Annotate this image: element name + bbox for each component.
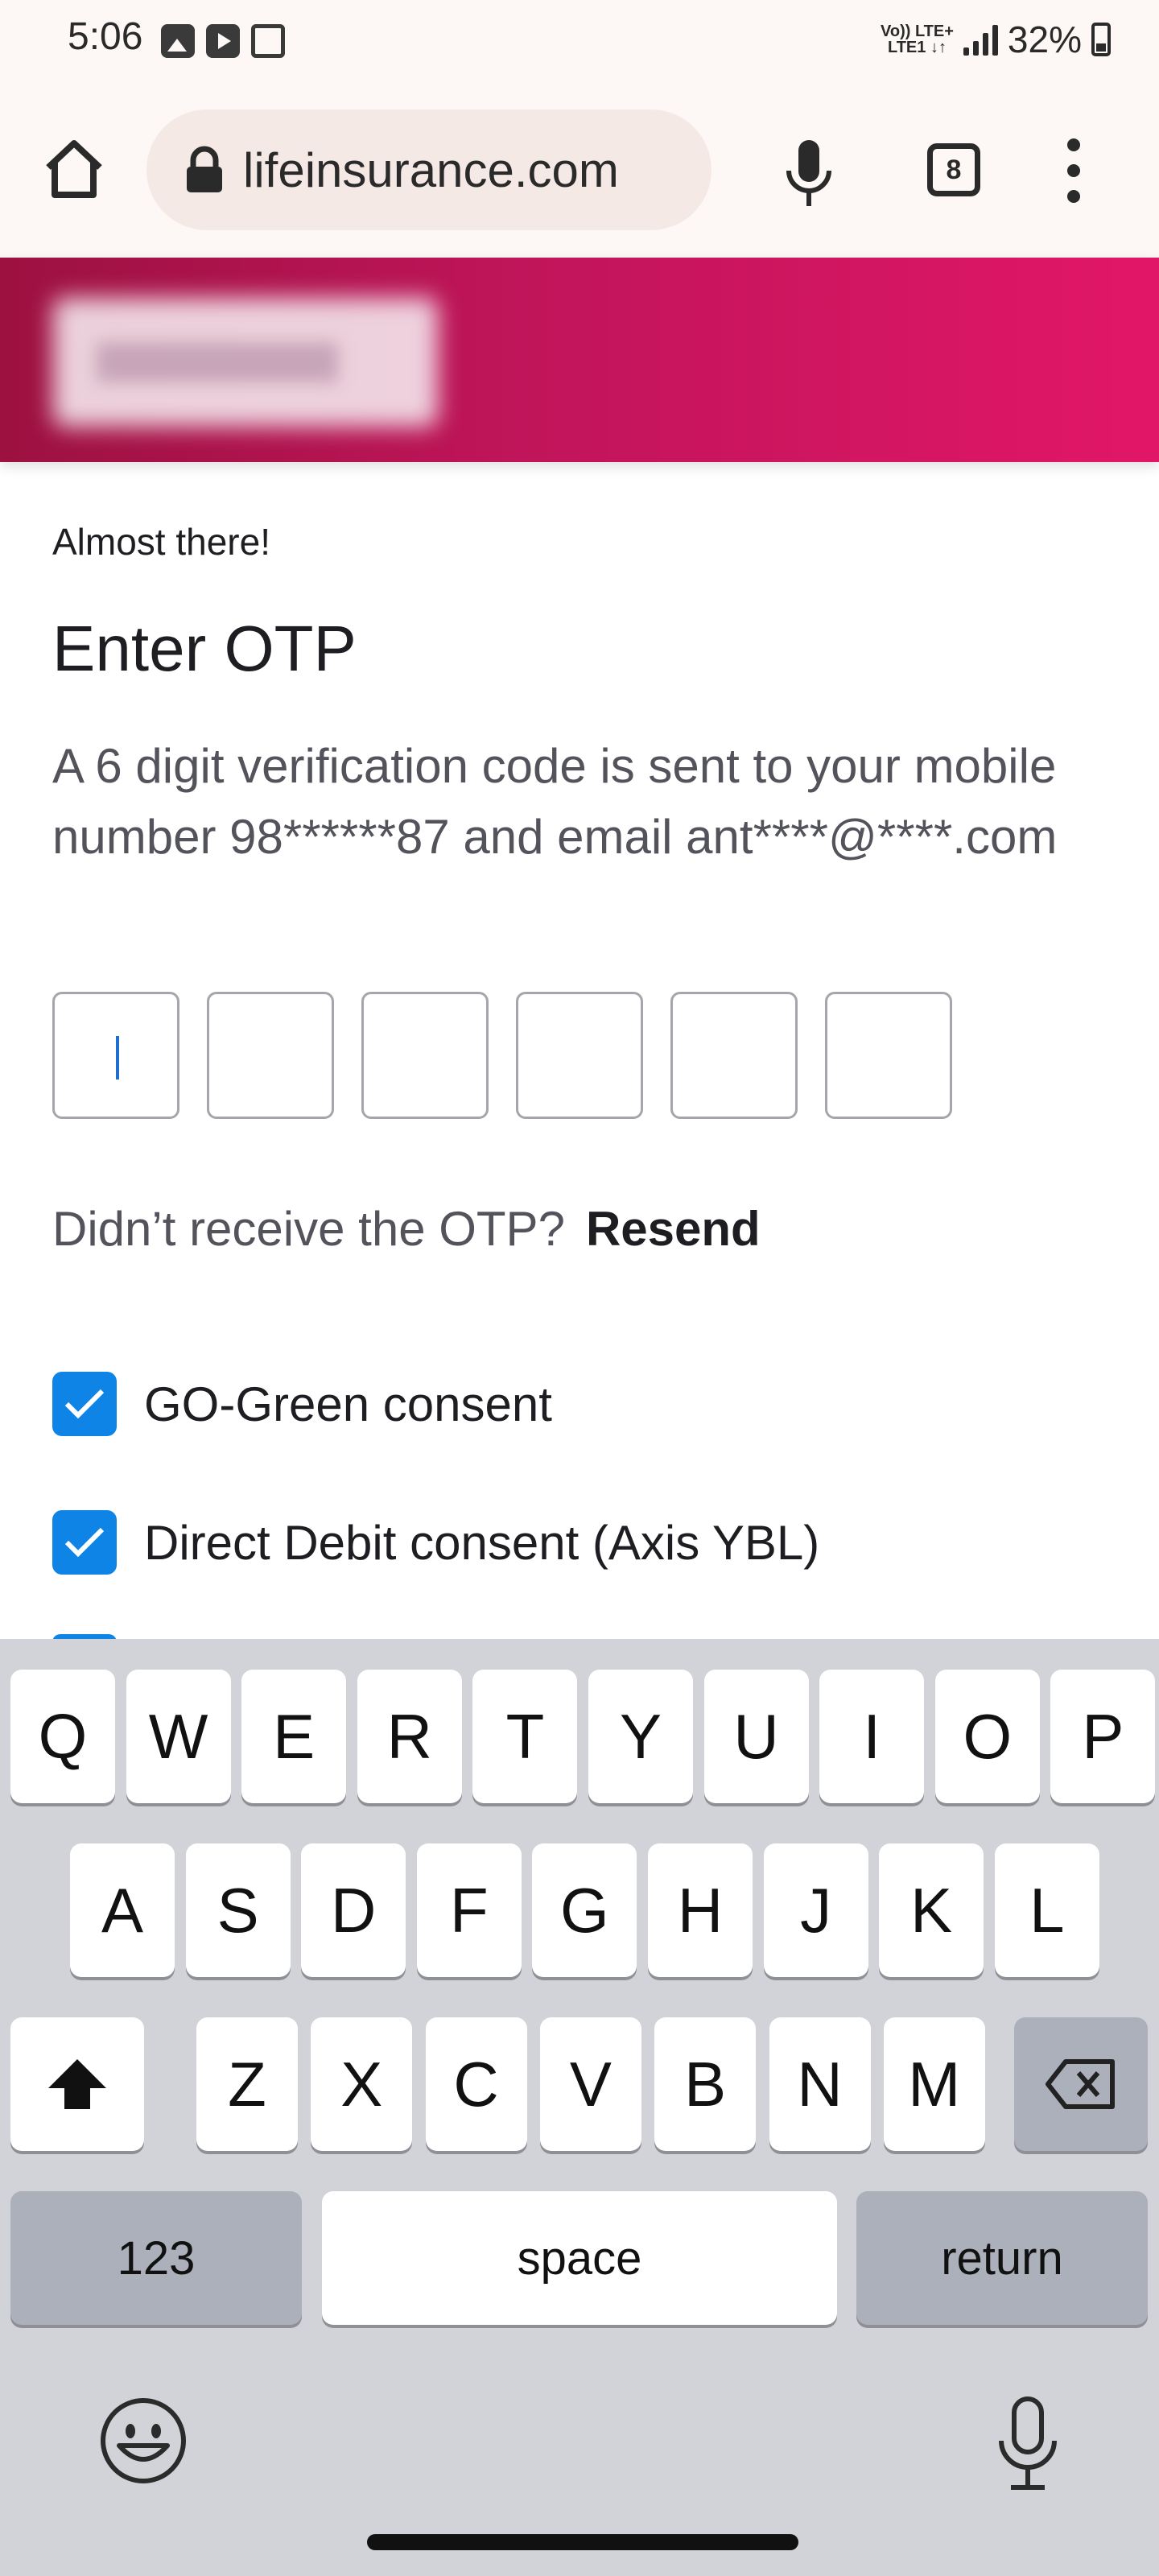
key-s[interactable]: S: [185, 1843, 291, 1977]
go-green-checkbox[interactable]: [52, 1372, 117, 1436]
key-b[interactable]: B: [654, 2017, 757, 2151]
key-e[interactable]: E: [241, 1670, 347, 1803]
status-bar: 5:06 Vo)) LTE+ LTE1 ↓↑ 32%: [0, 0, 1159, 80]
key-a[interactable]: A: [70, 1843, 175, 1977]
system-status: Vo)) LTE+ LTE1 ↓↑ 32%: [881, 18, 1111, 61]
key-d[interactable]: D: [301, 1843, 406, 1977]
page-title: Enter OTP: [52, 613, 357, 684]
resend-prompt: Didn’t receive the OTP?: [52, 1202, 565, 1256]
gallery-notification-icon: [161, 24, 195, 58]
document-notification-icon: [251, 24, 285, 58]
brand-logo-text: [97, 342, 338, 382]
key-m[interactable]: M: [883, 2017, 985, 2151]
key-l[interactable]: L: [994, 1843, 1099, 1977]
voice-search-icon[interactable]: [781, 137, 837, 209]
key-h[interactable]: H: [648, 1843, 753, 1977]
go-green-label: GO-Green consent: [144, 1377, 552, 1431]
shift-arrow-icon: [48, 2059, 106, 2109]
backspace-icon: [1046, 2059, 1115, 2109]
resend-link[interactable]: Resend: [586, 1201, 761, 1257]
otp-digit-4[interactable]: [516, 992, 643, 1119]
key-u[interactable]: U: [703, 1670, 809, 1803]
key-z[interactable]: Z: [196, 2017, 298, 2151]
battery-icon: [1091, 23, 1111, 56]
resend-row: Didn’t receive the OTP? Resend: [52, 1201, 761, 1257]
notification-icons: [161, 24, 285, 58]
tab-switcher-button[interactable]: 8: [927, 143, 980, 196]
site-header: [0, 258, 1159, 462]
key-j[interactable]: J: [763, 1843, 868, 1977]
network-indicator: Vo)) LTE+ LTE1 ↓↑: [881, 23, 954, 56]
battery-percent: 32%: [1007, 19, 1082, 60]
more-menu-icon[interactable]: [1058, 138, 1090, 203]
key-r[interactable]: R: [357, 1670, 462, 1803]
backspace-key[interactable]: [1014, 2017, 1148, 2151]
key-v[interactable]: V: [539, 2017, 641, 2151]
status-time: 5:06: [68, 15, 143, 58]
key-t[interactable]: T: [472, 1670, 578, 1803]
network-line-2: LTE1 ↓↑: [887, 39, 947, 56]
key-i[interactable]: I: [819, 1670, 925, 1803]
network-line-1: Vo)) LTE+: [881, 23, 954, 40]
signal-icon: [963, 23, 998, 56]
key-q[interactable]: Q: [10, 1670, 115, 1803]
key-w[interactable]: W: [126, 1670, 231, 1803]
home-indicator[interactable]: [367, 2534, 798, 2550]
key-c[interactable]: C: [425, 2017, 527, 2151]
browser-toolbar: lifeinsurance.com 8: [0, 80, 1159, 258]
address-bar[interactable]: lifeinsurance.com: [146, 109, 711, 230]
lock-icon: [187, 146, 222, 192]
home-icon[interactable]: [42, 137, 106, 201]
otp-digit-3[interactable]: [361, 992, 489, 1119]
key-g[interactable]: G: [532, 1843, 637, 1977]
dictation-mic-icon[interactable]: [992, 2396, 1064, 2492]
otp-digit-1[interactable]: [52, 992, 179, 1119]
key-f[interactable]: F: [416, 1843, 522, 1977]
otp-digit-6[interactable]: [825, 992, 952, 1119]
url-text: lifeinsurance.com: [243, 142, 619, 197]
space-key[interactable]: space: [322, 2191, 837, 2325]
otp-digit-2[interactable]: [207, 992, 334, 1119]
otp-input-group: [52, 992, 952, 1119]
numbers-key[interactable]: 123: [10, 2191, 302, 2325]
key-k[interactable]: K: [879, 1843, 984, 1977]
go-green-consent[interactable]: GO-Green consent: [52, 1372, 552, 1436]
checkmark-icon: [64, 1527, 105, 1558]
emoji-icon[interactable]: [98, 2396, 188, 2486]
key-n[interactable]: N: [769, 2017, 871, 2151]
key-o[interactable]: O: [934, 1670, 1040, 1803]
checkmark-icon: [64, 1389, 105, 1419]
form-subtitle: Almost there!: [52, 521, 270, 563]
youtube-notification-icon: [206, 24, 240, 58]
otp-description: A 6 digit verification code is sent to y…: [52, 739, 1058, 864]
return-key[interactable]: return: [856, 2191, 1148, 2325]
key-p[interactable]: P: [1050, 1670, 1156, 1803]
otp-digit-5[interactable]: [670, 992, 798, 1119]
direct-debit-consent[interactable]: Direct Debit consent (Axis YBL): [52, 1510, 819, 1575]
shift-key[interactable]: [10, 2017, 144, 2151]
direct-debit-label: Direct Debit consent (Axis YBL): [144, 1515, 820, 1570]
key-y[interactable]: Y: [588, 1670, 693, 1803]
key-x[interactable]: X: [311, 2017, 413, 2151]
direct-debit-checkbox[interactable]: [52, 1510, 117, 1575]
